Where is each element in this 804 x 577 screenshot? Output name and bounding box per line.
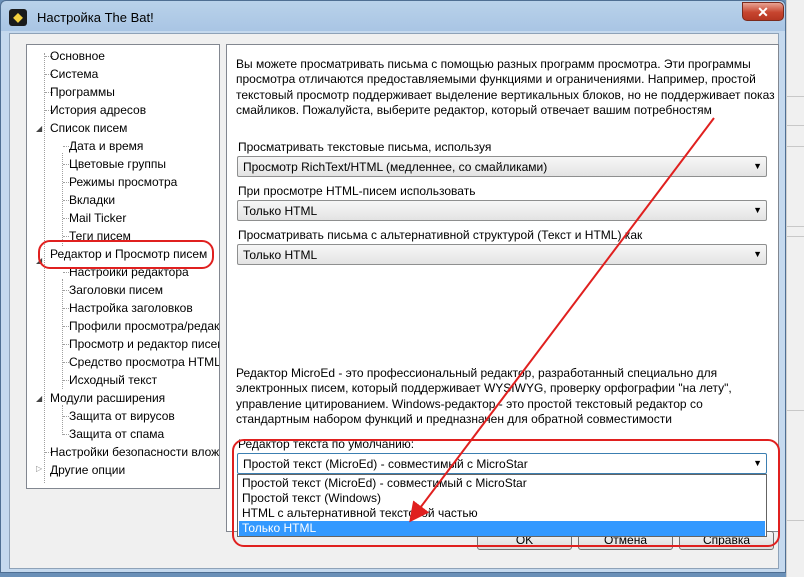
annotation-arrow: [409, 117, 715, 523]
